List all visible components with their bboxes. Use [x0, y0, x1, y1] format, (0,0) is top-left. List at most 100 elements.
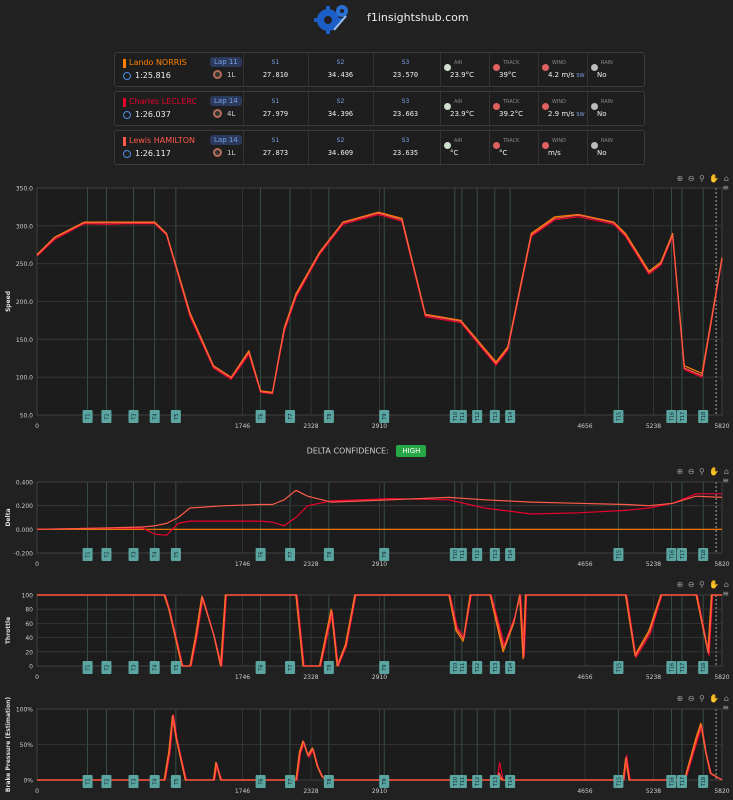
y-tick-label: 250.0 [16, 261, 33, 268]
x-tick-label: 4656 [577, 788, 592, 795]
corner-label: T9 [382, 778, 388, 785]
corner-label: T5 [174, 413, 180, 420]
corner-label: T18 [701, 777, 707, 787]
tyre-age: 4L [227, 110, 236, 118]
y-tick-label: 60 [25, 621, 33, 628]
y-tick-label: 150.0 [16, 337, 33, 344]
weather-wind: WIND 4.2 m/s SW [538, 53, 587, 86]
corner-marker: T8 [323, 410, 334, 423]
x-tick-label: 5820 [714, 561, 729, 568]
corner-marker: T14 [505, 410, 516, 423]
corner-marker: T9 [379, 661, 390, 674]
corner-label: T18 [701, 663, 707, 673]
speed-chart[interactable]: 50.0 100.0 150.0 200.0 250.0 300.0 350.0 0 1746 2… [0, 180, 733, 435]
sector-time: 23.663 [392, 110, 419, 118]
track-temp-icon [493, 64, 500, 71]
corner-marker: T7 [285, 548, 296, 561]
y-tick-label: 200.0 [16, 299, 33, 306]
corner-marker: T15 [613, 548, 624, 561]
weather-track: TRACK °C [489, 131, 538, 164]
driver-card[interactable]: Charles LECLERC 1:26.037 Lap 14 4L S1 27.979 S… [114, 91, 645, 126]
lap-badge: Lap 11 [210, 57, 242, 67]
weather-label: RAIN [601, 138, 613, 144]
weather-label: RAIN [601, 60, 613, 66]
x-tick-label: 4656 [577, 561, 592, 568]
x-tick-label: 2328 [303, 561, 318, 568]
lap-time: 1:25.816 [123, 71, 171, 80]
corner-label: T14 [508, 777, 514, 787]
corner-marker: T3 [128, 548, 139, 561]
corner-label: T13 [493, 777, 499, 787]
tyre-icon [213, 109, 222, 118]
x-tick-label: 0 [35, 674, 39, 681]
corner-marker: T6 [255, 661, 266, 674]
corner-marker: T5 [170, 548, 181, 561]
sector-label: S2 [336, 59, 345, 66]
weather-value: m/s [548, 149, 561, 157]
brake-chart[interactable]: 0% 50% 100% 0 1746 2328 2910 4656 5238 5820 Brake … [0, 697, 733, 800]
team-color-bar [123, 98, 126, 107]
weather-label: WIND [552, 99, 567, 105]
corner-label: T6 [259, 413, 265, 420]
y-tick-label: 0.000 [16, 527, 33, 534]
delta-confidence: DELTA CONFIDENCE: HIGH [0, 445, 733, 457]
delta-chart[interactable]: -0.200 0.000 0.200 0.400 0 1746 2328 2910 4656 52… [0, 474, 733, 574]
corner-label: T15 [616, 412, 622, 422]
weather-air: AIR °C [440, 131, 489, 164]
weather-air: AIR 23.9°C [440, 92, 489, 125]
corner-marker: T2 [101, 775, 112, 788]
corner-label: T15 [616, 550, 622, 560]
corner-marker: T11 [456, 548, 467, 561]
team-color-bar [123, 137, 126, 146]
corner-label: T12 [475, 550, 481, 560]
sector-time: 34.609 [327, 149, 354, 157]
delta-confidence-badge: HIGH [396, 445, 427, 457]
corner-marker: T3 [128, 775, 139, 788]
corner-label: T17 [680, 550, 686, 560]
y-tick-label: -0.200 [14, 551, 34, 558]
corner-label: T3 [132, 664, 138, 671]
gears-icon[interactable] [314, 2, 352, 34]
corner-label: T12 [475, 663, 481, 673]
y-tick-label: 80 [25, 607, 33, 614]
sector-3: S3 23.570 [373, 53, 437, 86]
driver-card[interactable]: Lewis HAMILTON 1:26.117 Lap 14 1L S1 27.873 S2… [114, 130, 645, 165]
sector-3: S3 23.663 [373, 92, 437, 125]
y-tick-label: 0.400 [16, 480, 33, 487]
delta-confidence-label: DELTA CONFIDENCE: [306, 446, 389, 456]
corner-marker: T14 [505, 548, 516, 561]
corner-marker: T1 [82, 661, 93, 674]
rain-cloud-icon [591, 64, 598, 71]
corner-label: T11 [460, 550, 466, 560]
corner-marker: T17 [676, 661, 687, 674]
corner-marker: T5 [170, 775, 181, 788]
corner-marker: T8 [323, 775, 334, 788]
corner-marker: T1 [82, 410, 93, 423]
driver-card[interactable]: Lando NORRIS 1:25.816 Lap 11 1L S1 27.810 S2 34… [114, 52, 645, 87]
corner-label: T4 [153, 664, 159, 671]
weather-label: AIR [454, 99, 463, 105]
weather-value: °C [450, 149, 459, 157]
weather-label: AIR [454, 138, 463, 144]
y-axis-label: Delta [5, 508, 12, 526]
wind-flag-icon [542, 142, 549, 149]
corner-label: T17 [680, 412, 686, 422]
weather-air: AIR 23.9°C [440, 53, 489, 86]
y-tick-label: 0 [29, 664, 33, 671]
weather-label: WIND [552, 60, 567, 66]
header: f1insightshub.com [0, 0, 733, 40]
corner-marker: T9 [379, 410, 390, 423]
y-tick-label: 100% [16, 707, 33, 714]
corner-label: T13 [493, 663, 499, 673]
corner-marker: T13 [489, 775, 500, 788]
corner-marker: T12 [472, 548, 483, 561]
weather-wind: WIND m/s [538, 131, 587, 164]
site-name[interactable]: f1insightshub.com [367, 11, 469, 24]
corner-label: T4 [153, 413, 159, 420]
driver-name-text: Charles LECLERC [129, 97, 198, 106]
track-temp-icon [493, 142, 500, 149]
throttle-chart[interactable]: 0 20 40 60 80 100 0 1746 2328 2910 4656 5238 5820 Thr… [0, 587, 733, 687]
sector-1: S1 27.873 [243, 131, 307, 164]
y-tick-label: 0% [23, 778, 33, 785]
weather-label: RAIN [601, 99, 613, 105]
